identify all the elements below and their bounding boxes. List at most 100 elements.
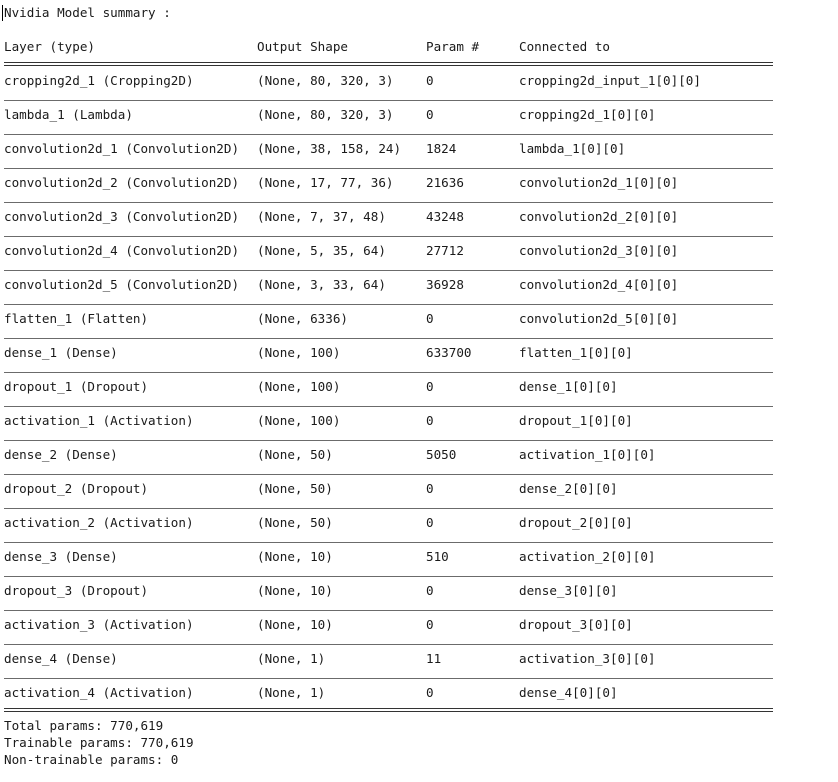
output-shape: (None, 1) xyxy=(257,685,326,700)
connected-to: convolution2d_1[0][0] xyxy=(519,175,679,190)
output-shape: (None, 80, 320, 3) xyxy=(257,107,394,122)
footer-separator xyxy=(4,708,773,712)
table-row: dropout_1 (Dropout) (None, 100) 0 dense_1[0… xyxy=(4,379,784,395)
output-shape: (None, 3, 33, 64) xyxy=(257,277,386,292)
row-separator xyxy=(4,678,773,679)
row-separator xyxy=(4,576,773,577)
layer-name: activation_1 (Activation) xyxy=(4,413,194,428)
param-count: 0 xyxy=(426,583,434,598)
header-layer-type: Layer (type) xyxy=(4,39,95,54)
param-count: 0 xyxy=(426,413,434,428)
output-shape: (None, 5, 35, 64) xyxy=(257,243,386,258)
table-row: convolution2d_4 (Convolution2D) (None, 5,… xyxy=(4,243,784,259)
layer-name: convolution2d_2 (Convolution2D) xyxy=(4,175,240,190)
param-count: 0 xyxy=(426,73,434,88)
param-count: 27712 xyxy=(426,243,464,258)
connected-to: convolution2d_3[0][0] xyxy=(519,243,679,258)
table-row: dense_1 (Dense) (None, 100) 633700 flatten_… xyxy=(4,345,784,361)
connected-to: dropout_2[0][0] xyxy=(519,515,633,530)
summary-title: Nvidia Model summary : xyxy=(4,5,171,20)
connected-to: activation_2[0][0] xyxy=(519,549,656,564)
table-row: activation_1 (Activation) (None, 100) 0 dro… xyxy=(4,413,784,429)
connected-to: dropout_1[0][0] xyxy=(519,413,633,428)
layer-name: activation_4 (Activation) xyxy=(4,685,194,700)
connected-to: convolution2d_4[0][0] xyxy=(519,277,679,292)
layer-name: activation_3 (Activation) xyxy=(4,617,194,632)
table-row: convolution2d_2 (Convolution2D) (None, 17… xyxy=(4,175,784,191)
table-row: dense_2 (Dense) (None, 50) 5050 activation_… xyxy=(4,447,784,463)
param-count: 43248 xyxy=(426,209,464,224)
connected-to: dense_2[0][0] xyxy=(519,481,618,496)
param-count: 11 xyxy=(426,651,442,666)
row-separator xyxy=(4,644,773,645)
connected-to: dense_1[0][0] xyxy=(519,379,618,394)
row-separator xyxy=(4,508,773,509)
layer-name: convolution2d_5 (Convolution2D) xyxy=(4,277,240,292)
table-row: convolution2d_3 (Convolution2D) (None, 7,… xyxy=(4,209,784,225)
layer-name: convolution2d_1 (Convolution2D) xyxy=(4,141,240,156)
output-shape: (None, 100) xyxy=(257,379,341,394)
output-shape: (None, 50) xyxy=(257,481,333,496)
row-separator xyxy=(4,134,773,135)
total-params: Total params: 770,619 xyxy=(4,718,164,733)
layer-name: convolution2d_4 (Convolution2D) xyxy=(4,243,240,258)
table-row: convolution2d_1 (Convolution2D) (None, 38… xyxy=(4,141,784,157)
layer-name: dropout_3 (Dropout) xyxy=(4,583,149,598)
layer-name: dropout_2 (Dropout) xyxy=(4,481,149,496)
connected-to: convolution2d_2[0][0] xyxy=(519,209,679,224)
row-separator xyxy=(4,168,773,169)
text-cursor xyxy=(2,5,3,21)
layer-name: convolution2d_3 (Convolution2D) xyxy=(4,209,240,224)
connected-to: cropping2d_1[0][0] xyxy=(519,107,656,122)
layer-name: dense_3 (Dense) xyxy=(4,549,118,564)
header-output-shape: Output Shape xyxy=(257,39,348,54)
output-shape: (None, 50) xyxy=(257,515,333,530)
output-shape: (None, 50) xyxy=(257,447,333,462)
layer-name: flatten_1 (Flatten) xyxy=(4,311,149,326)
connected-to: convolution2d_5[0][0] xyxy=(519,311,679,326)
row-separator xyxy=(4,440,773,441)
param-count: 510 xyxy=(426,549,449,564)
table-row: activation_4 (Activation) (None, 1) 0 dense… xyxy=(4,685,784,701)
table-row: flatten_1 (Flatten) (None, 6336) 0 convolut… xyxy=(4,311,784,327)
output-shape: (None, 6336) xyxy=(257,311,348,326)
output-shape: (None, 10) xyxy=(257,617,333,632)
header-connected-to: Connected to xyxy=(519,39,610,54)
table-row: activation_2 (Activation) (None, 50) 0 drop… xyxy=(4,515,784,531)
layer-name: dense_1 (Dense) xyxy=(4,345,118,360)
connected-to: dropout_3[0][0] xyxy=(519,617,633,632)
output-shape: (None, 10) xyxy=(257,583,333,598)
output-shape: (None, 17, 77, 36) xyxy=(257,175,394,190)
layer-name: lambda_1 (Lambda) xyxy=(4,107,133,122)
param-count: 0 xyxy=(426,107,434,122)
header-separator xyxy=(4,62,773,66)
table-row: dropout_3 (Dropout) (None, 10) 0 dense_3[0]… xyxy=(4,583,784,599)
connected-to: activation_3[0][0] xyxy=(519,651,656,666)
header-param-count: Param # xyxy=(426,39,480,54)
param-count: 0 xyxy=(426,379,434,394)
param-count: 0 xyxy=(426,685,434,700)
layer-name: dropout_1 (Dropout) xyxy=(4,379,149,394)
param-count: 5050 xyxy=(426,447,457,462)
param-count: 1824 xyxy=(426,141,457,156)
non-trainable-params: Non-trainable params: 0 xyxy=(4,752,179,767)
connected-to: cropping2d_input_1[0][0] xyxy=(519,73,701,88)
row-separator xyxy=(4,372,773,373)
table-row: dense_3 (Dense) (None, 10) 510 activation_2… xyxy=(4,549,784,565)
layer-name: dense_2 (Dense) xyxy=(4,447,118,462)
output-shape: (None, 7, 37, 48) xyxy=(257,209,386,224)
row-separator xyxy=(4,610,773,611)
layer-name: activation_2 (Activation) xyxy=(4,515,194,530)
row-separator xyxy=(4,474,773,475)
table-row: dense_4 (Dense) (None, 1) 11 activation_3[0… xyxy=(4,651,784,667)
output-shape: (None, 10) xyxy=(257,549,333,564)
row-separator xyxy=(4,100,773,101)
row-separator xyxy=(4,304,773,305)
param-count: 0 xyxy=(426,617,434,632)
output-shape: (None, 1) xyxy=(257,651,326,666)
table-row: cropping2d_1 (Cropping2D) (None, 80, 320,… xyxy=(4,73,784,89)
trainable-params: Trainable params: 770,619 xyxy=(4,735,194,750)
output-shape: (None, 100) xyxy=(257,345,341,360)
row-separator xyxy=(4,270,773,271)
param-count: 633700 xyxy=(426,345,472,360)
